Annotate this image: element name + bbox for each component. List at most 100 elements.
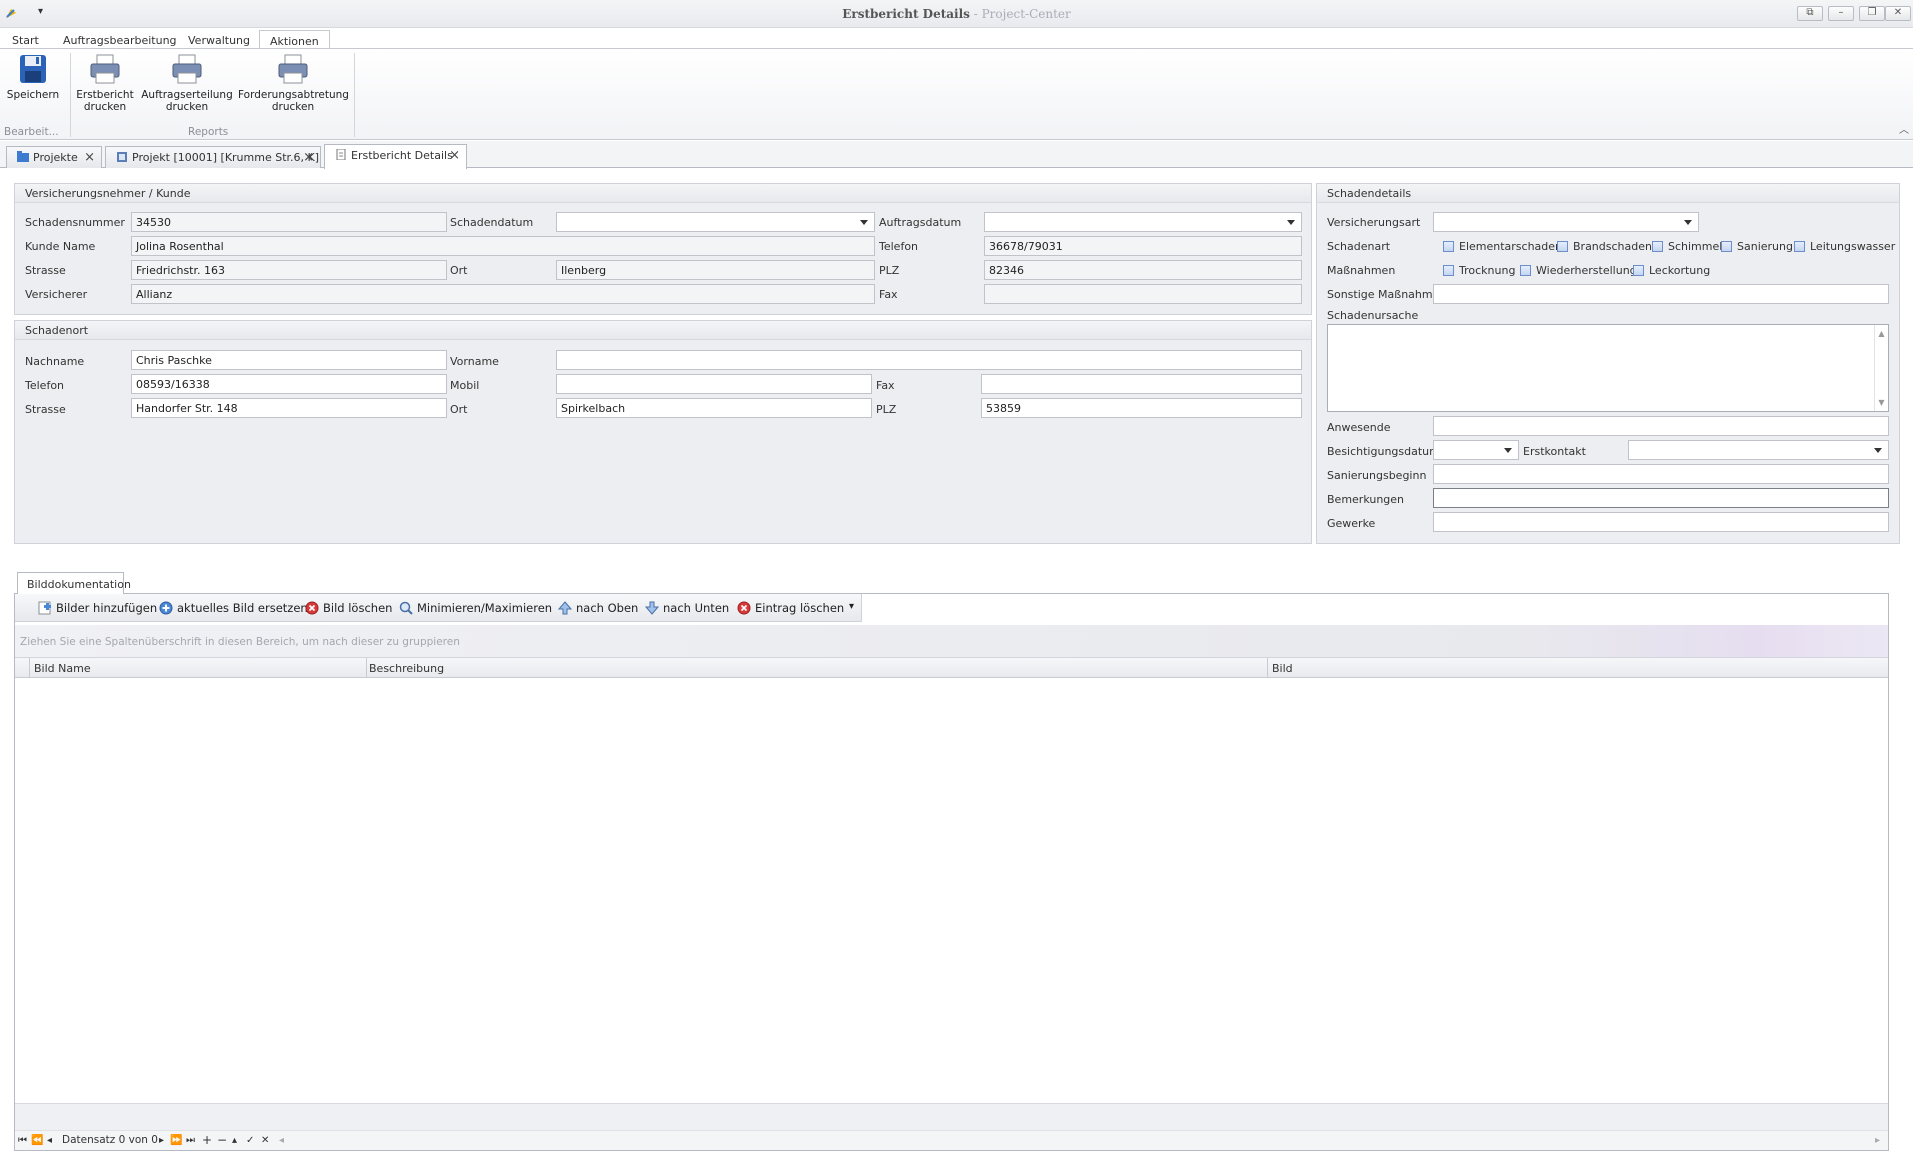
delete-image-button[interactable]: Bild löschen — [305, 601, 392, 615]
window-app-name: Project-Center — [981, 7, 1071, 21]
collapse-ribbon-icon[interactable]: ︿ — [1899, 121, 1909, 136]
sanierung-checkbox[interactable]: Sanierung — [1721, 240, 1793, 253]
close-tab-icon[interactable]: × — [84, 150, 95, 165]
scroll-down-icon[interactable]: ▼ — [1875, 398, 1888, 407]
textarea-scrollbar[interactable]: ▲ ▼ — [1874, 325, 1888, 411]
close-tab-icon[interactable]: × — [303, 150, 314, 165]
doc-tab-projekte[interactable]: Projekte × — [6, 146, 102, 168]
schadenort-ort-field[interactable]: Spirkelbach — [556, 398, 872, 418]
cancel-edit-button[interactable]: ✕ — [261, 1135, 269, 1146]
maximize-button[interactable]: ❐ — [1859, 6, 1885, 21]
save-button[interactable]: Speichern — [4, 53, 62, 101]
toolbar-overflow-icon[interactable]: ▾ — [849, 601, 854, 612]
tab-verwaltung[interactable]: Verwaltung — [178, 30, 260, 50]
anwesende-field[interactable] — [1433, 416, 1889, 436]
schimmel-checkbox[interactable]: Schimmel — [1652, 240, 1722, 253]
print-erstbericht-label-1: Erstbericht — [76, 89, 134, 101]
schadenort-strasse-field[interactable]: Handorfer Str. 148 — [131, 398, 447, 418]
schadenursache-textarea[interactable]: ▲ ▼ — [1327, 324, 1889, 412]
add-record-button[interactable]: + — [202, 1133, 212, 1147]
erstkontakt-dropdown[interactable] — [1628, 440, 1889, 460]
minimize-maximize-label: Minimieren/Maximieren — [417, 601, 553, 615]
last-record-button[interactable]: ⏭ — [186, 1135, 195, 1146]
delete-icon — [737, 601, 751, 615]
restore-layout-button[interactable]: ⧉ — [1797, 6, 1823, 21]
tab-aktionen[interactable]: Aktionen — [259, 30, 330, 50]
minimize-button[interactable]: – — [1828, 6, 1854, 21]
tab-start[interactable]: Start — [2, 30, 49, 50]
doc-tab-projekt[interactable]: Projekt [10001] [Krumme Str.6, K] × — [105, 146, 321, 168]
delete-entry-button[interactable]: Eintrag löschen — [737, 601, 844, 615]
column-header-beschreibung[interactable]: Beschreibung — [369, 662, 444, 675]
ort-field[interactable]: Ilenberg — [556, 260, 875, 280]
horizontal-scroll-left-icon[interactable]: ◂ — [279, 1135, 284, 1146]
erstkontakt-label: Erstkontakt — [1523, 445, 1586, 458]
telefon-field[interactable]: 36678/79031 — [984, 236, 1302, 256]
nachname-field[interactable]: Chris Paschke — [131, 350, 447, 370]
scroll-up-icon[interactable]: ▲ — [1875, 329, 1888, 338]
versicherungsart-dropdown[interactable] — [1433, 212, 1699, 232]
bemerkungen-field[interactable] — [1433, 488, 1889, 508]
schadendatum-dropdown[interactable] — [556, 212, 875, 232]
end-edit-button[interactable]: ✓ — [246, 1135, 254, 1146]
tab-bilddokumentation[interactable]: Bilddokumentation — [17, 572, 131, 594]
fax-field[interactable] — [984, 284, 1302, 304]
leckortung-checkbox[interactable]: Leckortung — [1633, 264, 1710, 277]
sanierungsbeginn-field[interactable] — [1433, 464, 1889, 484]
previous-record-button[interactable]: ◂ — [47, 1135, 52, 1146]
edit-record-button[interactable]: ▴ — [232, 1135, 237, 1146]
column-header-bild[interactable]: Bild — [1272, 662, 1293, 675]
wiederherstellung-checkbox[interactable]: Wiederherstellung — [1520, 264, 1637, 277]
move-up-button[interactable]: nach Oben — [557, 601, 638, 615]
tab-auftragsbearbeitung[interactable]: Auftragsbearbeitung — [53, 30, 187, 50]
vorname-field[interactable] — [556, 350, 1302, 370]
print-auftragserteilung-button[interactable]: Auftragserteilung drucken — [140, 53, 234, 113]
versicherer-field[interactable]: Allianz — [131, 284, 875, 304]
trocknung-checkbox[interactable]: Trocknung — [1443, 264, 1515, 277]
plz-field[interactable]: 82346 — [984, 260, 1302, 280]
schadendatum-label: Schadendatum — [450, 216, 534, 229]
move-down-button[interactable]: nach Unten — [644, 601, 729, 615]
remove-record-button[interactable]: − — [217, 1133, 227, 1147]
elementarschaden-checkbox[interactable]: Elementarschaden — [1443, 240, 1562, 253]
strasse-field[interactable]: Friedrichstr. 163 — [131, 260, 447, 280]
schadensnummer-field[interactable]: 34530 — [131, 212, 447, 232]
column-separator[interactable] — [366, 658, 367, 678]
sonstige-massnahmen-field[interactable] — [1433, 284, 1889, 304]
versicherungsnehmer-header: Versicherungsnehmer / Kunde — [15, 184, 1311, 203]
print-erstbericht-button[interactable]: Erstbericht drucken — [74, 53, 136, 113]
kunde-name-field[interactable]: Jolina Rosenthal — [131, 236, 875, 256]
schadenort-fax-field[interactable] — [981, 374, 1302, 394]
replace-image-button[interactable]: aktuelles Bild ersetzen — [159, 601, 308, 615]
gewerke-field[interactable] — [1433, 512, 1889, 532]
schadenort-telefon-field[interactable]: 08593/16338 — [131, 374, 447, 394]
delete-icon — [305, 601, 319, 615]
horizontal-scroll-right-icon[interactable]: ▸ — [1875, 1135, 1880, 1146]
replace-image-label: aktuelles Bild ersetzen — [177, 601, 308, 615]
leitungswasser-checkbox[interactable]: Leitungswasser — [1794, 240, 1895, 253]
schadenort-plz-field[interactable]: 53859 — [981, 398, 1302, 418]
mobil-field[interactable] — [556, 374, 872, 394]
previous-page-button[interactable]: ⏪ — [31, 1135, 43, 1146]
document-tabs: Projekte × Projekt [10001] [Krumme Str.6… — [0, 141, 1913, 169]
brandschaden-checkbox[interactable]: Brandschaden — [1557, 240, 1652, 253]
group-separator — [70, 53, 71, 137]
column-header-bild-name[interactable]: Bild Name — [34, 662, 91, 675]
print-forderungsabtretung-button[interactable]: Forderungsabtretung drucken — [238, 53, 349, 113]
printer-icon — [88, 53, 122, 85]
auftragsdatum-dropdown[interactable] — [984, 212, 1302, 232]
minimize-maximize-button[interactable]: Minimieren/Maximieren — [399, 601, 552, 615]
checkbox-box — [1520, 265, 1531, 276]
close-window-button[interactable]: ✕ — [1885, 6, 1911, 21]
add-images-button[interactable]: Bilder hinzufügen — [38, 601, 157, 615]
column-separator[interactable] — [1267, 658, 1268, 678]
group-separator — [354, 53, 355, 137]
grid-body[interactable] — [15, 679, 1888, 1103]
close-tab-icon[interactable]: × — [449, 148, 460, 163]
doc-tab-erstbericht-details[interactable]: Erstbericht Details × — [324, 144, 467, 169]
next-record-button[interactable]: ▸ — [159, 1135, 164, 1146]
checkbox-box — [1633, 265, 1644, 276]
first-record-button[interactable]: ⏮ — [18, 1135, 27, 1146]
next-page-button[interactable]: ⏩ — [170, 1135, 182, 1146]
besichtigungsdatum-dropdown[interactable] — [1433, 440, 1519, 460]
